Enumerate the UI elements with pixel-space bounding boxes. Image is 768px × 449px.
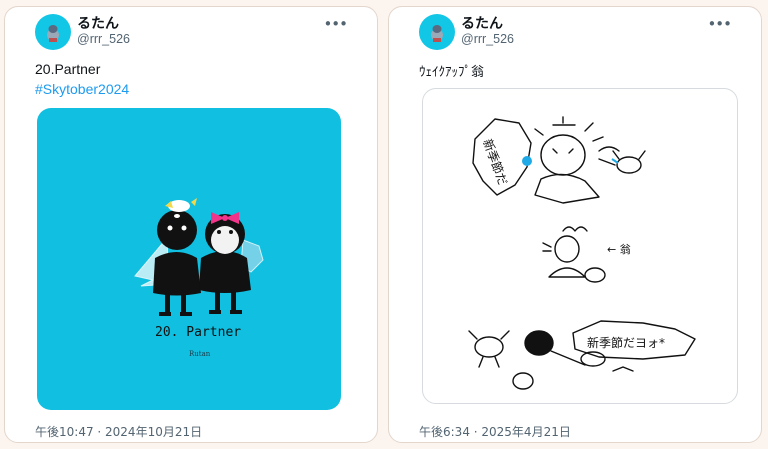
more-horizontal-icon[interactable]: ••• bbox=[323, 15, 348, 33]
display-name[interactable]: るたん bbox=[461, 13, 503, 33]
image-caption: 20. Partner bbox=[155, 325, 241, 340]
tweet-text: ｳｪｲｸｱｯﾌﾟ翁 bbox=[419, 65, 485, 80]
tweet-timestamp[interactable]: 午後10:47 · 2024年10月21日 bbox=[35, 423, 202, 440]
display-name[interactable]: るたん bbox=[77, 13, 119, 33]
arrow-label-text: ← 翁 bbox=[607, 242, 631, 256]
bubble-right-text: 新季節だヨォ* bbox=[587, 335, 665, 350]
partner-illustration: 20. Partner Rutan bbox=[134, 198, 264, 358]
tweet-image[interactable]: 20. Partner Rutan bbox=[37, 108, 341, 410]
user-handle[interactable]: @rrr_526 bbox=[461, 32, 514, 46]
tweet-image[interactable]: 新季節だ 新季節だヨォ* ← 翁 bbox=[422, 88, 738, 404]
tweet-timestamp[interactable]: 午後6:34 · 2025年4月21日 bbox=[419, 423, 571, 440]
hashtag-link[interactable]: #Skytober2024 bbox=[35, 81, 129, 97]
avatar[interactable] bbox=[419, 14, 455, 50]
bubble-left-text: 新季節だ bbox=[480, 137, 511, 187]
tweet-card-1[interactable]: るたん @rrr_526 ••• 20.Partner #Skytober202… bbox=[4, 6, 378, 443]
user-handle[interactable]: @rrr_526 bbox=[77, 32, 130, 46]
avatar-character-icon bbox=[47, 25, 59, 42]
more-horizontal-icon[interactable]: ••• bbox=[707, 15, 732, 33]
tweet-card-2[interactable]: るたん @rrr_526 ••• ｳｪｲｸｱｯﾌﾟ翁 新季節だ 新季節だヨォ* … bbox=[388, 6, 762, 443]
image-signature: Rutan bbox=[189, 350, 211, 358]
avatar-character-icon bbox=[431, 25, 443, 42]
tweet-text: 20.Partner bbox=[35, 61, 101, 77]
wakeup-sketch-illustration: 新季節だ 新季節だヨォ* ← 翁 bbox=[468, 116, 696, 390]
avatar[interactable] bbox=[35, 14, 71, 50]
